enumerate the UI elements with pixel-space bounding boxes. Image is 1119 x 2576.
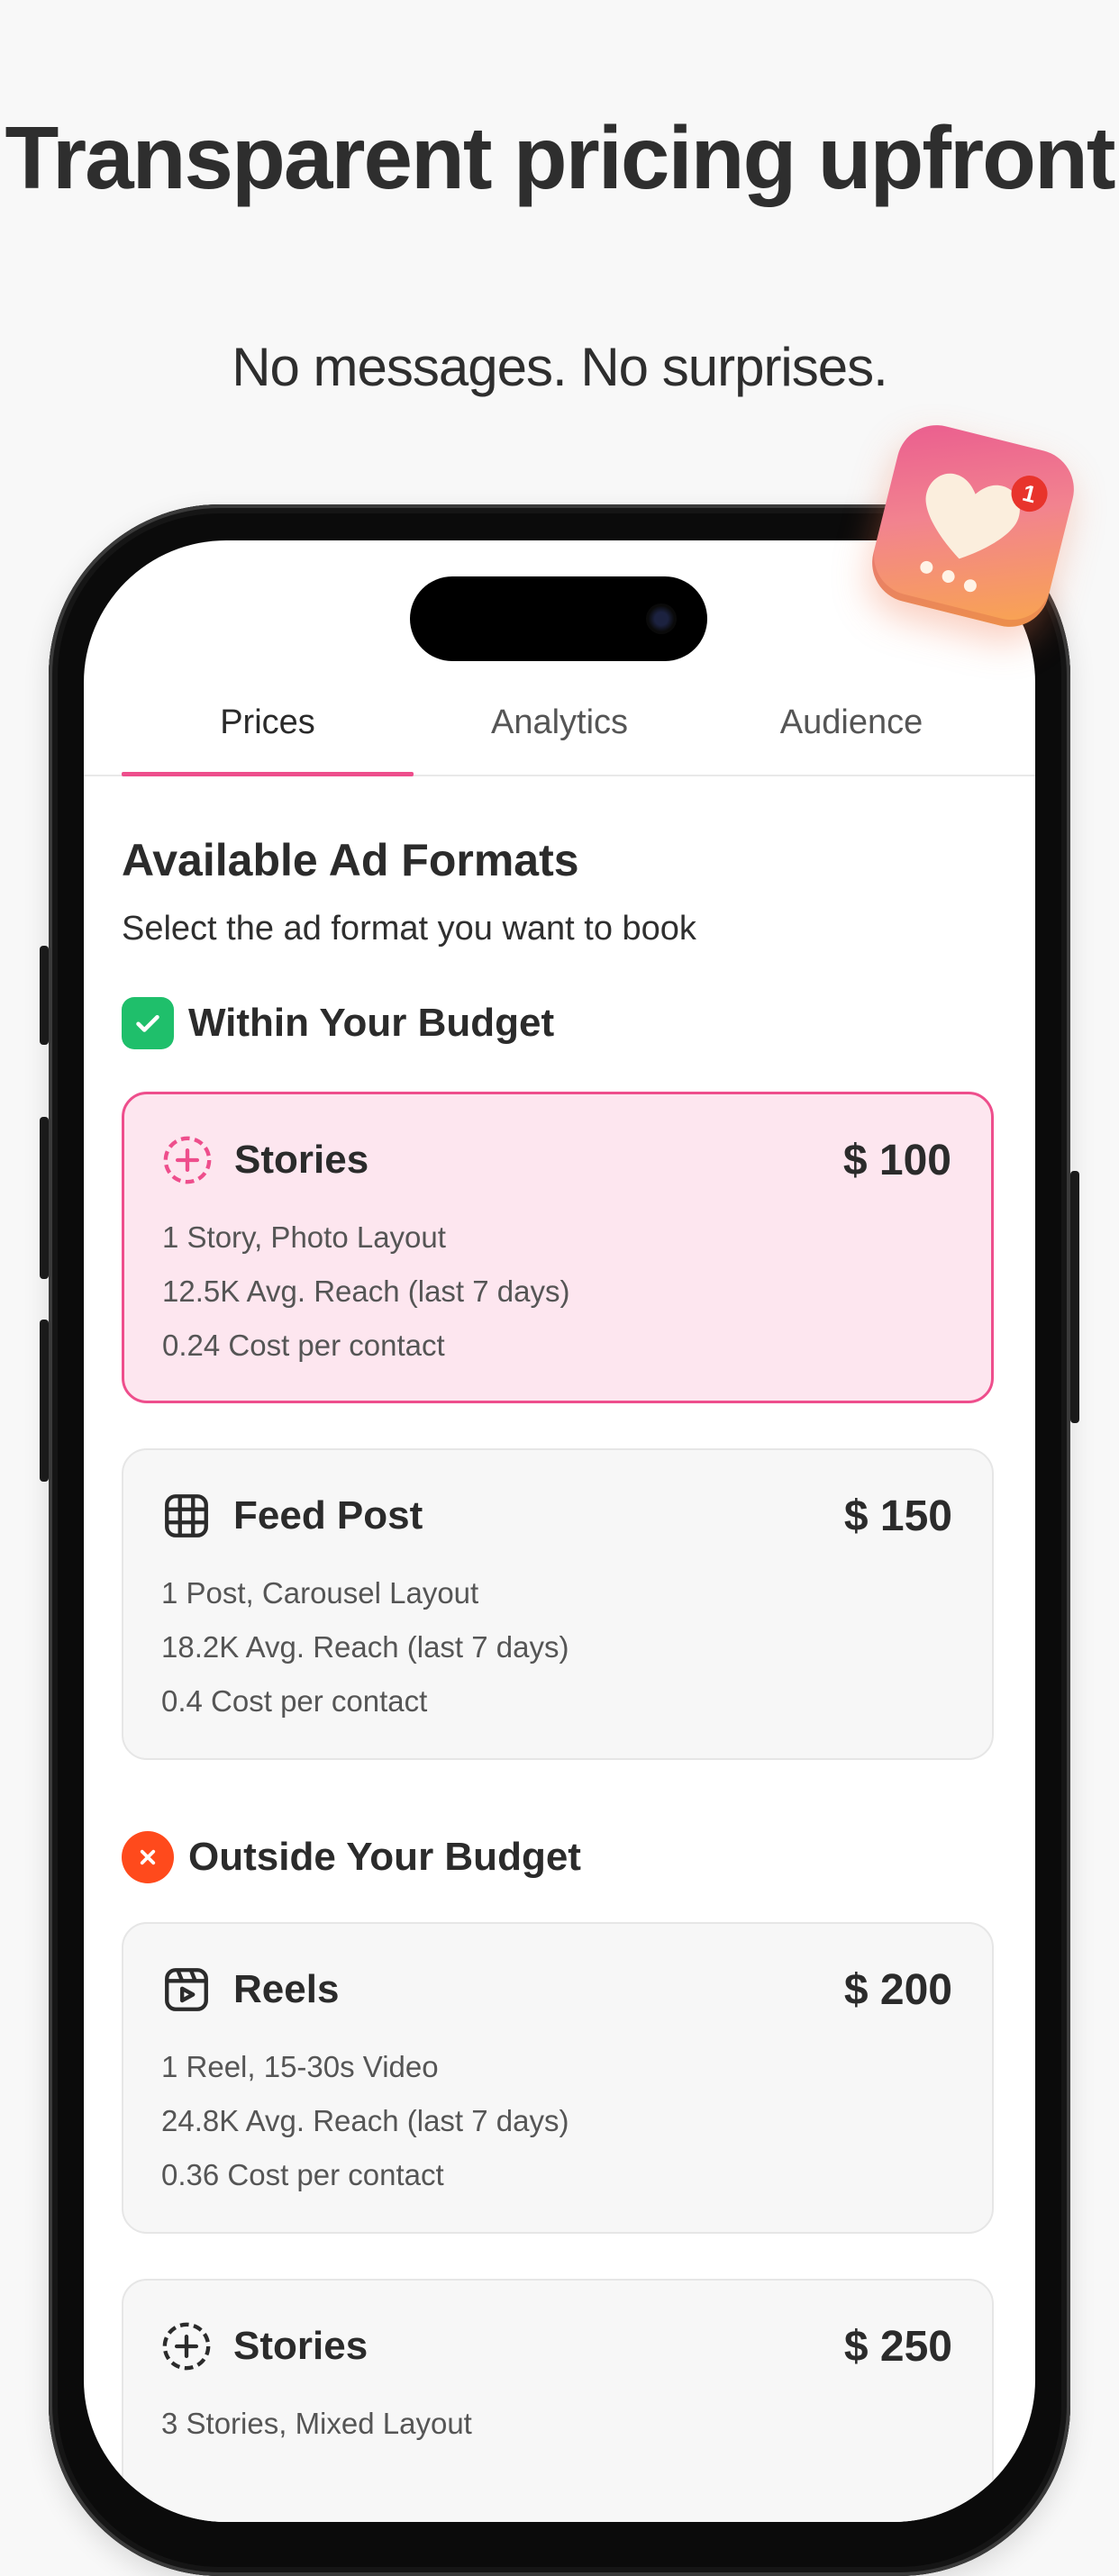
group-within-budget: Within Your Budget	[122, 994, 554, 1052]
card-title: Reels	[233, 1967, 340, 2011]
card-detail: 1 Reel, 15-30s Video	[161, 2050, 439, 2083]
section-subtitle: Select the ad format you want to book	[122, 910, 696, 948]
dynamic-island	[410, 576, 707, 661]
group-label: Outside Your Budget	[188, 1835, 581, 1879]
phone-volume-down	[40, 1320, 49, 1482]
headline: Transparent pricing upfront	[5, 108, 1116, 207]
ad-format-card[interactable]: Stories $ 100 1 Story, Photo Layout 12.5…	[122, 1092, 994, 1403]
tab-bar: Prices Analytics Audience	[84, 685, 1035, 776]
dot-icon	[918, 559, 934, 576]
tab-analytics[interactable]: Analytics	[414, 685, 705, 775]
card-detail: 12.5K Avg. Reach (last 7 days)	[162, 1274, 570, 1308]
card-price: $ 100	[842, 1136, 951, 1184]
phone-volume-up	[40, 1117, 49, 1279]
ad-format-card[interactable]: Stories $ 250 3 Stories, Mixed Layout	[122, 2279, 994, 2522]
card-detail: 24.8K Avg. Reach (last 7 days)	[161, 2104, 569, 2137]
section-title: Available Ad Formats	[122, 835, 579, 885]
x-icon	[122, 1831, 174, 1883]
phone-action-button	[40, 946, 49, 1045]
group-outside-budget: Outside Your Budget	[122, 1828, 581, 1886]
card-price: $ 150	[843, 1492, 952, 1540]
card-detail: 0.4 Cost per contact	[161, 1684, 428, 1718]
ad-format-card[interactable]: Reels $ 200 1 Reel, 15-30s Video 24.8K A…	[122, 1922, 994, 2234]
card-detail: 0.36 Cost per contact	[161, 2158, 444, 2191]
card-detail: 1 Post, Carousel Layout	[161, 1576, 479, 1610]
ad-format-card[interactable]: Feed Post $ 150 1 Post, Carousel Layout …	[122, 1448, 994, 1760]
story-plus-icon	[159, 2319, 214, 2373]
card-price: $ 200	[843, 1965, 952, 2014]
card-detail: 3 Stories, Mixed Layout	[161, 2407, 472, 2440]
group-label: Within Your Budget	[188, 1001, 555, 1045]
subheadline: No messages. No surprises.	[232, 337, 888, 397]
heart-icon	[925, 473, 1020, 559]
story-plus-icon	[160, 1133, 214, 1187]
grid-icon	[159, 1489, 214, 1543]
dot-icon	[962, 577, 978, 594]
card-title: Feed Post	[233, 1493, 423, 1537]
camera-icon	[646, 603, 677, 634]
reel-icon	[159, 1963, 214, 2017]
dot-icon	[941, 568, 957, 585]
phone-screen: Prices Analytics Audience Available Ad F…	[84, 540, 1035, 2522]
check-icon	[122, 997, 174, 1049]
card-detail: 18.2K Avg. Reach (last 7 days)	[161, 1630, 569, 1664]
card-title: Stories	[234, 1138, 369, 1182]
tab-prices[interactable]: Prices	[122, 685, 414, 776]
tab-audience[interactable]: Audience	[705, 685, 997, 775]
card-detail: 0.24 Cost per contact	[162, 1329, 445, 1362]
card-price: $ 250	[843, 2322, 952, 2371]
card-detail: 1 Story, Photo Layout	[162, 1220, 446, 1254]
card-title: Stories	[233, 2324, 368, 2368]
phone-power-button	[1070, 1171, 1079, 1423]
